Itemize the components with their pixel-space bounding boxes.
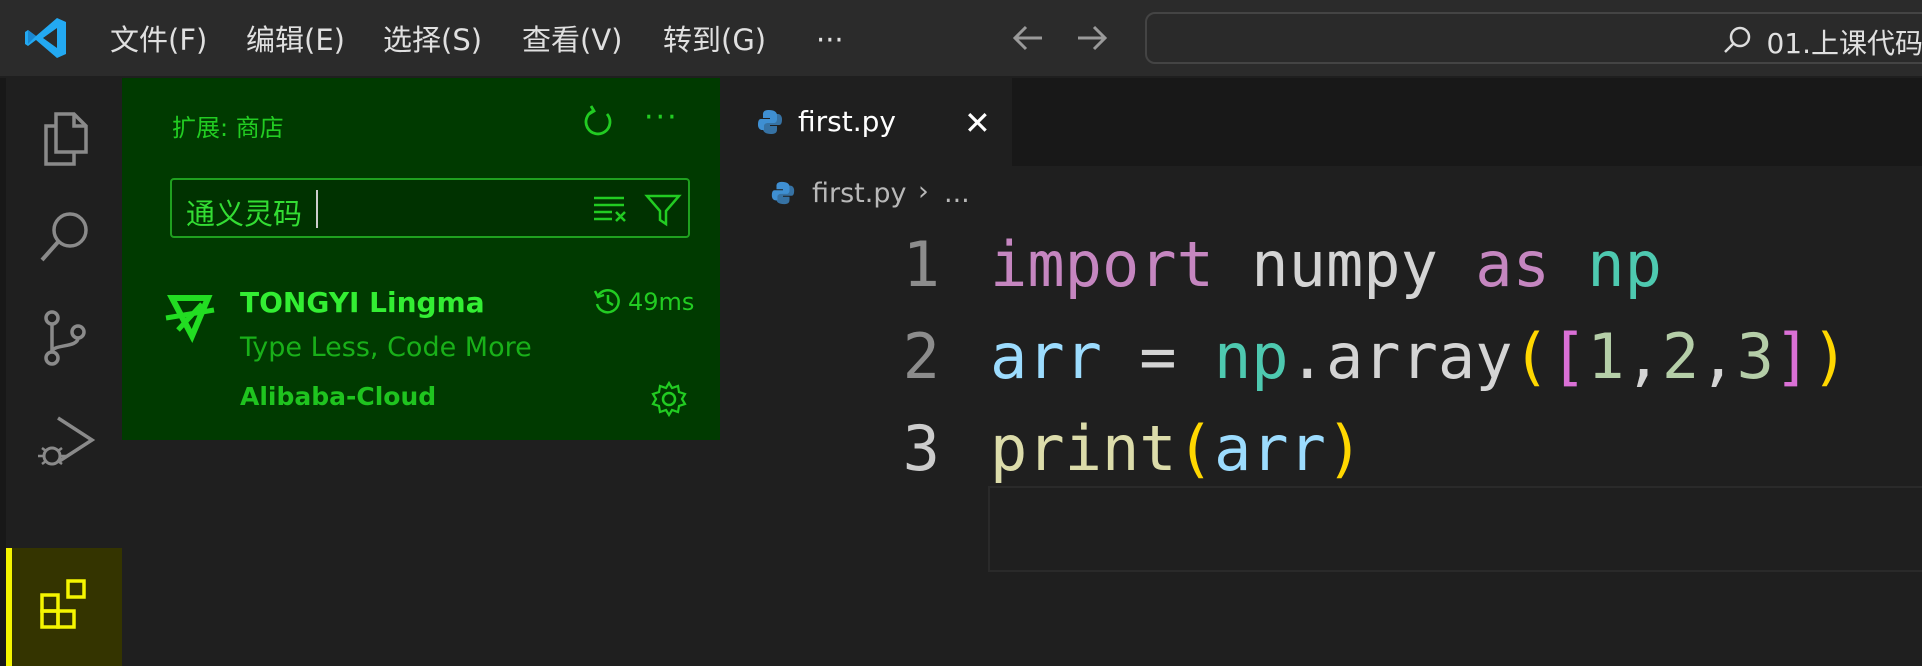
code-token: 2 xyxy=(1661,320,1700,393)
search-value: 通义灵码 xyxy=(186,197,303,231)
tab-first-py[interactable]: first.py ✕ xyxy=(720,78,1012,166)
code-line[interactable]: print(arr) xyxy=(990,412,1363,485)
explorer-icon[interactable] xyxy=(34,106,98,170)
code-token: print xyxy=(990,412,1177,485)
extensions-panel: 扩展: 商店 ··· 通义灵码 TONGYI Lingma 49ms Type … xyxy=(122,78,720,440)
search-icon xyxy=(1724,26,1751,53)
code-token: ( xyxy=(1176,412,1214,485)
close-icon[interactable]: ✕ xyxy=(964,104,991,142)
breadcrumb-separator: › xyxy=(918,176,929,207)
menu-file[interactable]: 文件(F) xyxy=(110,20,207,60)
menu-go[interactable]: 转到(G) xyxy=(663,20,766,60)
editor-area: first.py ✕ first.py › ... 1 2 3 import n… xyxy=(720,78,1922,666)
code-line[interactable]: import numpy as np xyxy=(990,228,1662,301)
sidebar-title: 扩展: 商店 xyxy=(172,114,284,142)
back-arrow-icon[interactable] xyxy=(1008,16,1048,60)
gear-icon[interactable] xyxy=(650,380,688,418)
code-token: , xyxy=(1699,320,1737,393)
code-token: , xyxy=(1624,320,1662,393)
filter-icon[interactable] xyxy=(644,192,682,228)
forward-arrow-icon[interactable] xyxy=(1072,16,1112,60)
activation-time: 49ms xyxy=(628,288,695,316)
code-token: arr xyxy=(1213,412,1326,485)
command-center-label: 01.上课代码 xyxy=(1766,27,1922,60)
extension-publisher[interactable]: Alibaba-Cloud xyxy=(240,382,436,411)
code-token: [ xyxy=(1549,320,1588,393)
code-token: 3 xyxy=(1736,320,1774,393)
menu-view[interactable]: 查看(V) xyxy=(522,20,622,60)
code-token: ) xyxy=(1811,320,1849,393)
code-token: . xyxy=(1288,320,1326,393)
source-control-icon[interactable] xyxy=(34,306,98,370)
code-token: ] xyxy=(1773,320,1812,393)
clear-results-icon[interactable] xyxy=(592,194,628,224)
refresh-icon[interactable] xyxy=(580,104,616,140)
code-token: as xyxy=(1475,228,1550,301)
current-line-highlight xyxy=(988,486,1922,572)
code-token: = xyxy=(1101,320,1214,393)
code-token: np xyxy=(1587,228,1662,301)
menu-more[interactable]: ··· xyxy=(816,20,844,60)
line-number: 3 xyxy=(902,412,940,485)
code-line[interactable]: arr = np.array([1,2,3]) xyxy=(990,320,1849,393)
tongyi-lingma-logo-icon xyxy=(165,295,215,344)
code-token: ) xyxy=(1325,412,1364,485)
menu-selection[interactable]: 选择(S) xyxy=(383,20,482,60)
more-actions-button[interactable]: ··· xyxy=(644,100,679,135)
line-number: 1 xyxy=(902,228,940,301)
activity-bar xyxy=(0,78,128,666)
menu-edit[interactable]: 编辑(E) xyxy=(246,20,345,60)
code-token: arr xyxy=(990,320,1102,393)
code-token: np xyxy=(1213,320,1289,393)
code-token: import xyxy=(990,228,1214,301)
extensions-icon[interactable] xyxy=(34,573,98,637)
python-file-icon xyxy=(758,110,782,134)
extension-search-input[interactable]: 通义灵码 xyxy=(170,178,690,238)
breadcrumb-symbols[interactable]: ... xyxy=(944,178,970,209)
command-center[interactable]: 01.上课代码 xyxy=(1145,12,1922,64)
vscode-logo-icon xyxy=(25,18,66,58)
extension-name: TONGYI Lingma xyxy=(240,286,485,319)
extensions-sidebar: 扩展: 商店 ··· 通义灵码 TONGYI Lingma 49ms Type … xyxy=(122,78,720,666)
breadcrumb-file[interactable]: first.py xyxy=(812,178,906,209)
python-file-icon xyxy=(771,181,795,205)
code-token: 1 xyxy=(1587,320,1625,393)
history-icon xyxy=(593,289,620,314)
tab-strip: first.py ✕ xyxy=(720,78,1922,166)
tab-label: first.py xyxy=(798,105,896,138)
code-token: ( xyxy=(1512,320,1550,393)
text-caret xyxy=(316,190,318,228)
code-token: array xyxy=(1325,320,1513,393)
extension-description: Type Less, Code More xyxy=(240,332,532,363)
title-bar: 文件(F) 编辑(E) 选择(S) 查看(V) 转到(G) ··· 01.上课代… xyxy=(0,0,1922,78)
run-debug-icon[interactable] xyxy=(34,410,98,474)
active-item-indicator xyxy=(6,548,12,666)
code-token: numpy xyxy=(1251,228,1438,301)
search-view-icon[interactable] xyxy=(34,206,98,270)
line-number: 2 xyxy=(902,320,940,393)
